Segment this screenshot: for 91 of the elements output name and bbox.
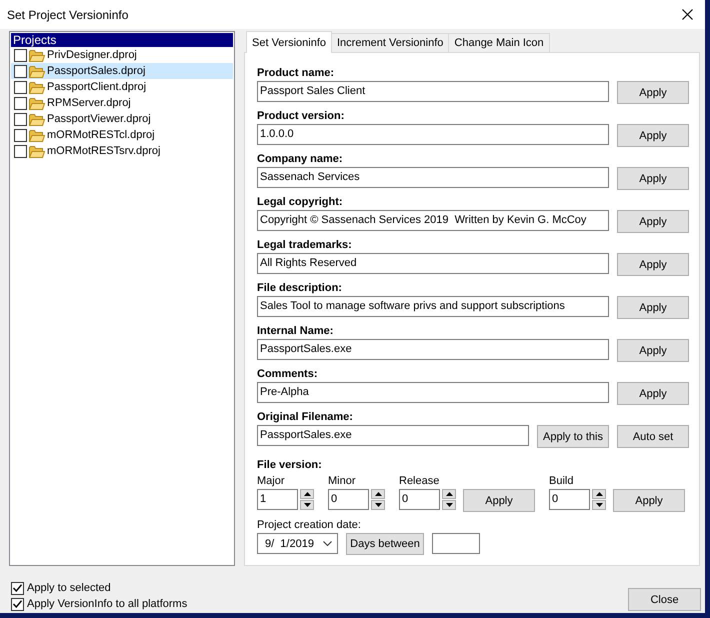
apply-button[interactable]: Apply to this — [537, 425, 609, 448]
checkbox-label: Apply VersionInfo to all platforms — [27, 598, 188, 610]
date-picker[interactable]: 9/ 1/2019 — [257, 533, 338, 554]
checkbox[interactable] — [14, 48, 27, 62]
apply-button[interactable]: Apply — [463, 489, 535, 512]
folder-icon — [29, 80, 45, 94]
triangle-up-icon — [304, 492, 310, 496]
field-label: Legal trademarks: — [257, 238, 353, 253]
folder-icon — [29, 144, 45, 158]
field-label: Legal copyright: — [257, 195, 344, 210]
number-field[interactable]: 0 — [328, 489, 369, 510]
checkbox[interactable] — [11, 598, 24, 610]
tree-item[interactable]: PassportSales.dproj — [11, 63, 233, 79]
text-field[interactable]: Sales Tool to manage software privs and support subscriptions — [257, 296, 609, 317]
tree-item[interactable]: PrivDesigner.dproj — [11, 47, 233, 63]
checkbox[interactable] — [14, 64, 27, 78]
folder-icon — [29, 128, 45, 142]
apply-button[interactable]: Apply — [617, 167, 689, 190]
days-field[interactable] — [432, 533, 480, 554]
tab[interactable]: Set Versioninfo — [246, 31, 332, 53]
text-field[interactable]: All Rights Reserved — [257, 253, 609, 274]
field-label: Product name: — [257, 66, 336, 81]
spinner-label: Minor — [328, 474, 357, 489]
spin-up-button[interactable] — [442, 489, 456, 499]
text-field[interactable]: 1.0.0.0 — [257, 124, 609, 145]
spinner-label: Build — [549, 474, 574, 489]
tree-item[interactable]: mORMotRESTcl.dproj — [11, 127, 233, 143]
apply-button[interactable]: Apply — [617, 339, 689, 362]
spinner-label: Release — [399, 474, 440, 489]
spin-down-button[interactable] — [371, 500, 385, 510]
apply-button[interactable]: Apply — [617, 296, 689, 319]
tab[interactable]: Change Main Icon — [448, 33, 550, 52]
folder-icon — [29, 64, 45, 78]
field-label: Original Filename: — [257, 410, 354, 425]
chevron-down-icon — [323, 541, 332, 546]
folder-icon — [29, 48, 45, 62]
checkbox[interactable] — [14, 128, 27, 142]
triangle-up-icon — [374, 492, 382, 496]
checkbox-label: Apply to selected — [27, 582, 111, 594]
field-label: Product version: — [257, 109, 346, 124]
tree-item[interactable]: mORMotRESTsrv.dproj — [11, 143, 233, 159]
field-label: File description: — [257, 281, 343, 296]
apply-button[interactable]: Apply — [613, 489, 685, 512]
number-field[interactable]: 0 — [549, 489, 590, 510]
tree-item[interactable]: RPMServer.dproj — [11, 95, 233, 111]
spin-down-button[interactable] — [592, 500, 606, 510]
tree-item[interactable]: PassportViewer.dproj — [11, 111, 233, 127]
triangle-down-icon — [446, 503, 452, 507]
spinner-label: Major — [257, 474, 286, 489]
field-label: Project creation date: — [257, 518, 362, 533]
text-field[interactable]: PassportSales.exe — [257, 339, 609, 360]
auto-set-button[interactable]: Auto set — [617, 425, 689, 448]
apply-button[interactable]: Apply — [617, 382, 689, 405]
close-button[interactable]: Close — [628, 588, 701, 611]
folder-icon — [29, 112, 45, 126]
text-field[interactable]: Copyright © Sassenach Services 2019 Written by Kevin G. McCoy — [257, 210, 609, 231]
checkbox[interactable] — [14, 144, 27, 158]
apply-button[interactable]: Apply — [617, 210, 689, 233]
days-between-button[interactable]: Days between — [346, 533, 424, 555]
spin-up-button[interactable] — [371, 489, 385, 499]
checkbox[interactable] — [14, 80, 27, 94]
apply-button[interactable]: Apply — [617, 253, 689, 276]
field-label: Company name: — [257, 152, 344, 167]
text-field[interactable]: PassportSales.exe — [257, 425, 529, 446]
triangle-up-icon — [596, 492, 602, 496]
triangle-down-icon — [304, 503, 310, 507]
checkbox[interactable] — [11, 582, 24, 594]
spin-down-button[interactable] — [442, 500, 456, 510]
spin-down-button[interactable] — [300, 500, 314, 510]
text-field[interactable]: Pre-Alpha — [257, 382, 609, 403]
text-field[interactable]: Sassenach Services — [257, 167, 609, 188]
tree-item[interactable]: PassportClient.dproj — [11, 79, 233, 95]
close-icon — [682, 9, 692, 20]
field-label: File version: — [257, 458, 323, 473]
window-title: Set Project Versioninfo — [7, 8, 128, 22]
number-field[interactable]: 1 — [257, 489, 298, 510]
text-field[interactable]: Passport Sales Client — [257, 81, 609, 102]
field-label: Comments: — [257, 367, 319, 382]
checkbox[interactable] — [14, 96, 27, 110]
checkbox[interactable] — [14, 112, 27, 126]
triangle-up-icon — [446, 492, 452, 496]
field-label: Internal Name: — [257, 324, 334, 339]
triangle-down-icon — [596, 503, 602, 507]
spin-up-button[interactable] — [300, 489, 314, 499]
apply-button[interactable]: Apply — [617, 124, 689, 147]
apply-button[interactable]: Apply — [617, 81, 689, 104]
triangle-down-icon — [374, 503, 382, 507]
folder-icon — [29, 96, 45, 110]
tree-header: Projects — [11, 33, 233, 47]
number-field[interactable]: 0 — [399, 489, 440, 510]
spin-up-button[interactable] — [592, 489, 606, 499]
